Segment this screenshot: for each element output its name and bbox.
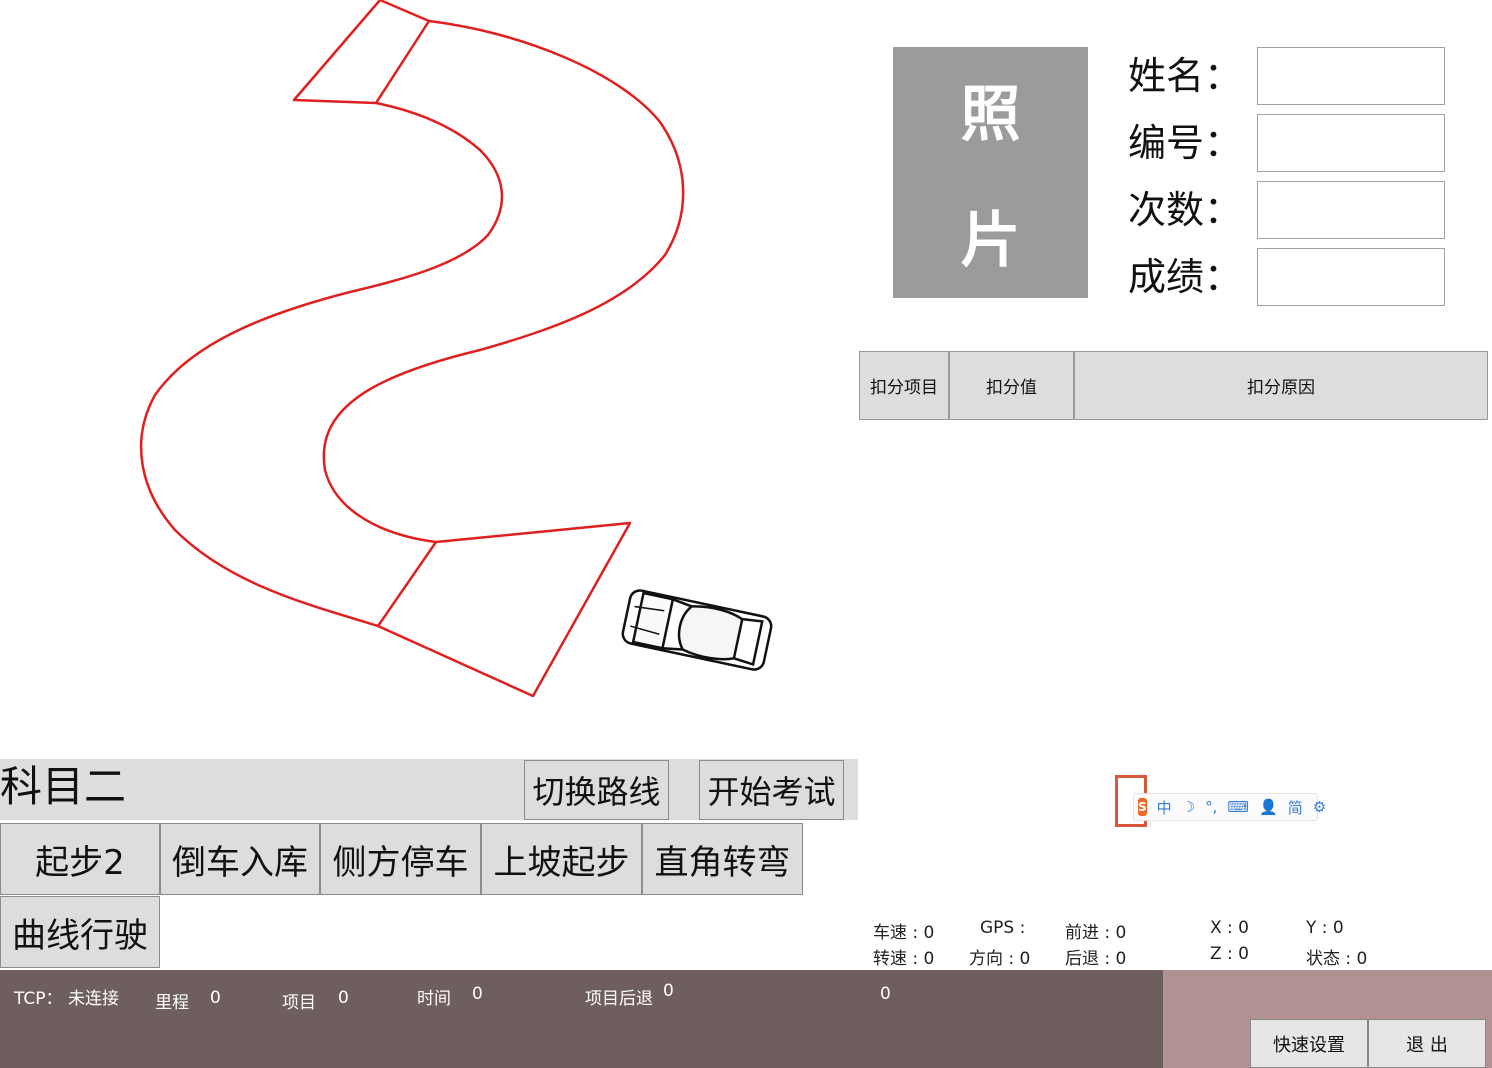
attempts-field[interactable] <box>1257 181 1445 239</box>
quick-settings-button[interactable]: 快速设置 <box>1250 1019 1368 1068</box>
item-start-button[interactable]: 起步2 <box>0 823 160 895</box>
item-curve-driving-button[interactable]: 曲线行驶 <box>0 896 160 968</box>
ime-toolbar[interactable]: S 中 ☽ °, ⌨ 👤 简 ⚙ <box>1133 793 1326 821</box>
score-field[interactable] <box>1257 248 1445 306</box>
punctuation-icon[interactable]: °, <box>1205 798 1217 816</box>
status-bar <box>0 970 1163 1068</box>
sogou-logo-icon: S <box>1138 798 1147 816</box>
rpm-readout: 转速 : 0 <box>873 949 935 969</box>
backward-readout: 后退 : 0 <box>1065 949 1127 969</box>
photo-char-2: 片 <box>960 205 1021 276</box>
x-readout: X : 0 <box>1210 918 1249 938</box>
photo-placeholder: 照 片 <box>893 47 1088 298</box>
mileage-value: 0 <box>210 988 221 1008</box>
track-inner-edge <box>139 101 504 628</box>
name-label: 姓名： <box>1128 54 1243 98</box>
item-value: 0 <box>338 988 349 1008</box>
attempts-label: 次数： <box>1128 188 1243 232</box>
item-hill-start-button[interactable]: 上坡起步 <box>481 823 642 895</box>
item-back-value: 0 <box>663 981 674 1001</box>
switch-route-button[interactable]: 切换路线 <box>524 760 669 820</box>
header-deduction-value: 扣分值 <box>949 351 1074 420</box>
tcp-label: TCP： <box>14 989 63 1009</box>
car-icon <box>621 589 773 671</box>
item-label: 项目 <box>282 993 316 1013</box>
ime-simplified-toggle[interactable]: 简 <box>1288 797 1303 818</box>
z-readout: Z : 0 <box>1210 944 1249 964</box>
header-deduction-item: 扣分项目 <box>859 351 949 420</box>
item-right-angle-turn-button[interactable]: 直角转弯 <box>642 823 803 895</box>
name-field[interactable] <box>1257 47 1445 105</box>
item-back-label: 项目后退 <box>585 989 653 1009</box>
item-reverse-parking-button[interactable]: 倒车入库 <box>160 823 320 895</box>
id-label: 编号： <box>1128 121 1243 165</box>
forward-readout: 前进 : 0 <box>1065 923 1127 943</box>
moon-icon[interactable]: ☽ <box>1182 798 1195 816</box>
ime-lang-toggle[interactable]: 中 <box>1157 797 1172 818</box>
score-label: 成绩： <box>1128 255 1243 299</box>
item-parallel-parking-button[interactable]: 侧方停车 <box>320 823 481 895</box>
exit-button[interactable]: 退 出 <box>1368 1019 1486 1068</box>
track-canvas <box>139 0 773 698</box>
id-field[interactable] <box>1257 114 1445 172</box>
gear-icon[interactable]: ⚙ <box>1313 798 1326 816</box>
speed-readout: 车速 : 0 <box>873 923 935 943</box>
track-exit-zone <box>376 521 632 698</box>
time-value: 0 <box>472 984 483 1004</box>
keyboard-icon[interactable]: ⌨ <box>1227 798 1249 816</box>
header-deduction-reason: 扣分原因 <box>1074 351 1488 420</box>
start-exam-button[interactable]: 开始考试 <box>699 760 844 820</box>
track-entry-zone <box>292 0 431 105</box>
y-readout: Y : 0 <box>1306 918 1344 938</box>
curve-track <box>139 0 685 698</box>
photo-char-1: 照 <box>960 80 1021 151</box>
extra-value: 0 <box>880 984 891 1004</box>
time-label: 时间 <box>417 989 451 1009</box>
tcp-status: 未连接 <box>68 989 119 1009</box>
state-readout: 状态 : 0 <box>1306 949 1368 969</box>
gps-readout: GPS : <box>980 918 1026 938</box>
subject-title: 科目二 <box>0 762 127 811</box>
direction-readout: 方向 : 0 <box>969 949 1031 969</box>
user-icon[interactable]: 👤 <box>1259 798 1278 816</box>
mileage-label: 里程 <box>155 993 189 1013</box>
